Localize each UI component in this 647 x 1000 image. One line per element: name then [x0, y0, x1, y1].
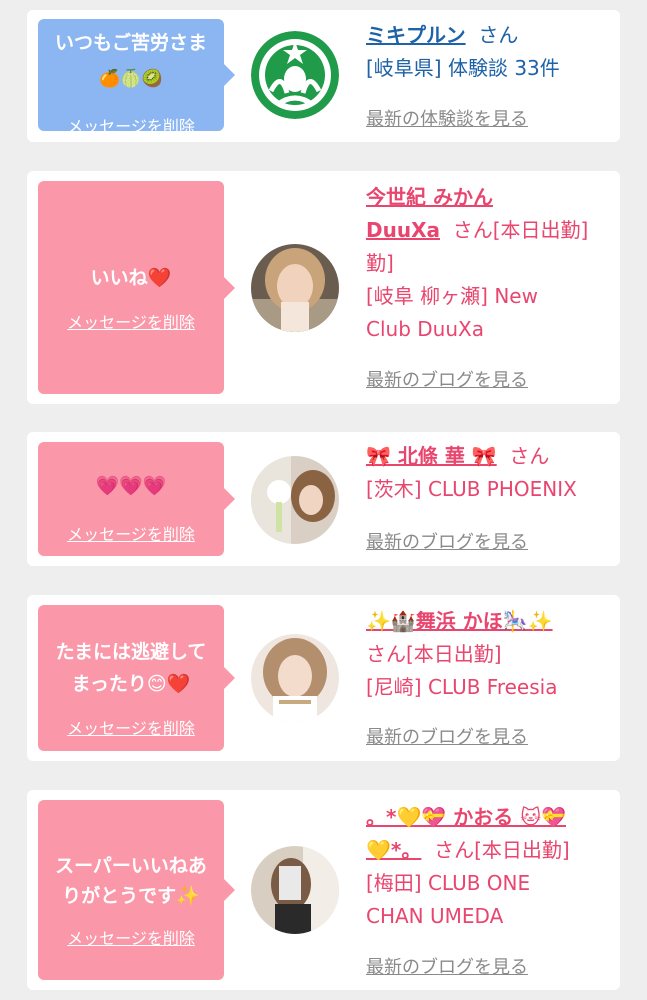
sender-detail: CHAN UMEDA: [366, 904, 504, 928]
latest-blog-link[interactable]: 最新のブログを見る: [366, 723, 528, 749]
sender-detail: 勤]: [366, 251, 394, 275]
message-text: スーパーいいねあ: [55, 855, 207, 877]
message-card: たまには逃避して まったり😊❤️ メッセージを削除 ✨🏰舞浜 かほ🎠✨ さん[本…: [27, 595, 620, 761]
message-bubble: たまには逃避して まったり😊❤️ メッセージを削除: [38, 605, 235, 751]
message-card: いいね❤️ メッセージを削除 今世紀 みかん DuuXa さん[本日出勤] 勤]…: [27, 171, 620, 404]
sender-name-link[interactable]: ミキプルン: [366, 23, 466, 47]
sender-detail: [茨木] CLUB PHOENIX: [366, 477, 577, 501]
message-text: いいね❤️: [90, 267, 172, 289]
latest-blog-link[interactable]: 最新のブログを見る: [366, 953, 528, 979]
delete-message-link[interactable]: メッセージを削除: [38, 309, 224, 333]
avatar[interactable]: [251, 31, 339, 119]
sender-info: 。*💛💝 かおる 🐱💝 💛*。 さん[本日出勤] [梅田] CLUB ONE C…: [366, 801, 612, 933]
delete-message-link[interactable]: メッセージを削除: [38, 113, 224, 137]
message-bubble: いつもご苦労さま 🍊🍈🥝 メッセージを削除: [38, 19, 235, 136]
honorific: さん[本日出勤]: [452, 218, 589, 242]
honorific: さん: [509, 444, 550, 468]
message-text: たまには逃避して: [55, 641, 207, 663]
latest-reviews-link[interactable]: 最新の体験談を見る: [366, 105, 528, 131]
latest-blog-link[interactable]: 最新のブログを見る: [366, 366, 528, 392]
avatar[interactable]: [251, 634, 339, 722]
sender-info: 🎀 北條 華 🎀 さん [茨木] CLUB PHOENIX: [366, 440, 612, 506]
sender-name-link[interactable]: 🎀 北條 華 🎀: [366, 444, 497, 468]
avatar[interactable]: [251, 456, 339, 544]
message-card: スーパーいいねあ りがとうです✨ メッセージを削除 。*💛💝 かおる 🐱💝 💛*…: [27, 790, 620, 990]
honorific: さん: [478, 23, 519, 47]
profile-photo: [251, 634, 339, 722]
delete-message-link[interactable]: メッセージを削除: [38, 715, 224, 739]
coffee-logo-icon: [251, 31, 339, 119]
delete-message-link[interactable]: メッセージを削除: [38, 521, 224, 545]
sender-detail: [岐阜 柳ヶ瀬] New: [366, 284, 538, 308]
sender-detail: [岐阜県] 体験談 33件: [366, 56, 560, 80]
sender-info: ✨🏰舞浜 かほ🎠✨ さん[本日出勤] [尼崎] CLUB Freesia: [366, 605, 612, 704]
message-text-cont: りがとうです✨: [62, 885, 200, 907]
profile-photo: [251, 846, 339, 934]
message-text-cont: まったり😊❤️: [71, 673, 191, 695]
latest-blog-link[interactable]: 最新のブログを見る: [366, 528, 528, 554]
sender-name-link[interactable]: ✨🏰舞浜 かほ🎠✨: [366, 609, 553, 633]
sender-name-link[interactable]: 今世紀 みかん: [366, 185, 493, 209]
message-card: 💗💗💗 メッセージを削除 🎀 北條 華 🎀 さん [茨木] CLUB PHOEN…: [27, 432, 620, 566]
message-emoji: 🍊🍈🥝: [99, 69, 163, 89]
sender-info: ミキプルン さん [岐阜県] 体験談 33件: [366, 19, 612, 85]
honorific: さん[本日出勤]: [434, 838, 570, 862]
sender-name-link[interactable]: 。*💛💝 かおる 🐱💝: [366, 805, 566, 829]
profile-photo: [251, 244, 339, 332]
avatar[interactable]: [251, 846, 339, 934]
message-text: いつもご苦労さま: [54, 32, 207, 54]
honorific: さん[本日出勤]: [366, 642, 502, 666]
sender-name-link-cont[interactable]: DuuXa: [366, 218, 440, 242]
message-bubble: いいね❤️ メッセージを削除: [38, 181, 235, 394]
sender-info: 今世紀 みかん DuuXa さん[本日出勤] 勤] [岐阜 柳ヶ瀬] New C…: [366, 181, 612, 346]
message-card: いつもご苦労さま 🍊🍈🥝 メッセージを削除 ミキプルン さん [岐阜県] 体験談…: [27, 10, 620, 142]
message-text: 💗💗💗: [95, 475, 167, 497]
message-bubble: 💗💗💗 メッセージを削除: [38, 442, 235, 556]
sender-detail: [梅田] CLUB ONE: [366, 871, 531, 895]
message-bubble: スーパーいいねあ りがとうです✨ メッセージを削除: [38, 800, 235, 980]
delete-message-link[interactable]: メッセージを削除: [38, 925, 224, 949]
avatar[interactable]: [251, 244, 339, 332]
sender-detail: [尼崎] CLUB Freesia: [366, 675, 558, 699]
sender-detail: Club DuuXa: [366, 317, 484, 341]
profile-photo: [251, 456, 339, 544]
sender-name-link-cont[interactable]: 💛*。: [366, 838, 421, 862]
